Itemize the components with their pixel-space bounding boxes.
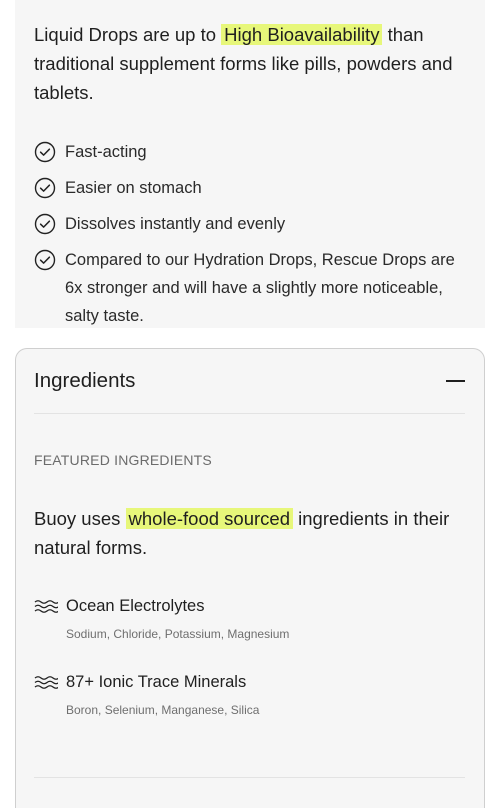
check-circle-icon <box>34 141 56 163</box>
ingredient-name: 87+ Ionic Trace Minerals <box>66 673 247 691</box>
collapse-minus-icon[interactable] <box>446 380 465 382</box>
ingredients-accordion: Ingredients FEATURED INGREDIENTS Buoy us… <box>15 348 485 808</box>
benefit-item: Fast-acting <box>34 138 464 166</box>
check-circle-icon <box>34 177 56 199</box>
waves-icon <box>34 600 58 613</box>
benefit-item: Dissolves instantly and evenly <box>34 210 464 238</box>
benefit-label: Compared to our Hydration Drops, Rescue … <box>65 251 455 325</box>
check-circle-icon <box>34 213 56 235</box>
lead-text-start: Buoy uses <box>34 508 121 529</box>
accordion-divider <box>34 413 465 414</box>
check-circle-icon <box>34 249 56 271</box>
featured-ingredients-label: FEATURED INGREDIENTS <box>34 452 212 468</box>
ingredient-name: Ocean Electrolytes <box>66 597 205 615</box>
benefit-label: Fast-acting <box>65 143 147 161</box>
benefits-list: Fast-acting Easier on stomach Dissolves … <box>34 138 464 338</box>
benefit-item: Compared to our Hydration Drops, Rescue … <box>34 246 464 330</box>
accordion-bottom-divider <box>34 777 465 778</box>
lead-highlight: whole-food sourced <box>125 508 293 529</box>
ingredient-detail: Boron, Selenium, Manganese, Silica <box>66 703 260 717</box>
accordion-title[interactable]: Ingredients <box>34 369 135 393</box>
intro-text-start: Liquid Drops are up to <box>34 24 217 45</box>
intro-highlight: High Bioavailability <box>221 24 383 45</box>
benefit-item: Easier on stomach <box>34 174 464 202</box>
waves-icon <box>34 676 58 689</box>
ingredients-lead-text: Buoy uses whole-food sourced ingredients… <box>34 504 464 562</box>
ingredient-detail: Sodium, Chloride, Potassium, Magnesium <box>66 627 290 641</box>
benefit-label: Easier on stomach <box>65 179 202 197</box>
benefits-card: Liquid Drops are up to High Bioavailabil… <box>15 0 485 328</box>
benefit-label: Dissolves instantly and evenly <box>65 215 286 233</box>
bioavailability-text: Liquid Drops are up to High Bioavailabil… <box>34 20 464 107</box>
